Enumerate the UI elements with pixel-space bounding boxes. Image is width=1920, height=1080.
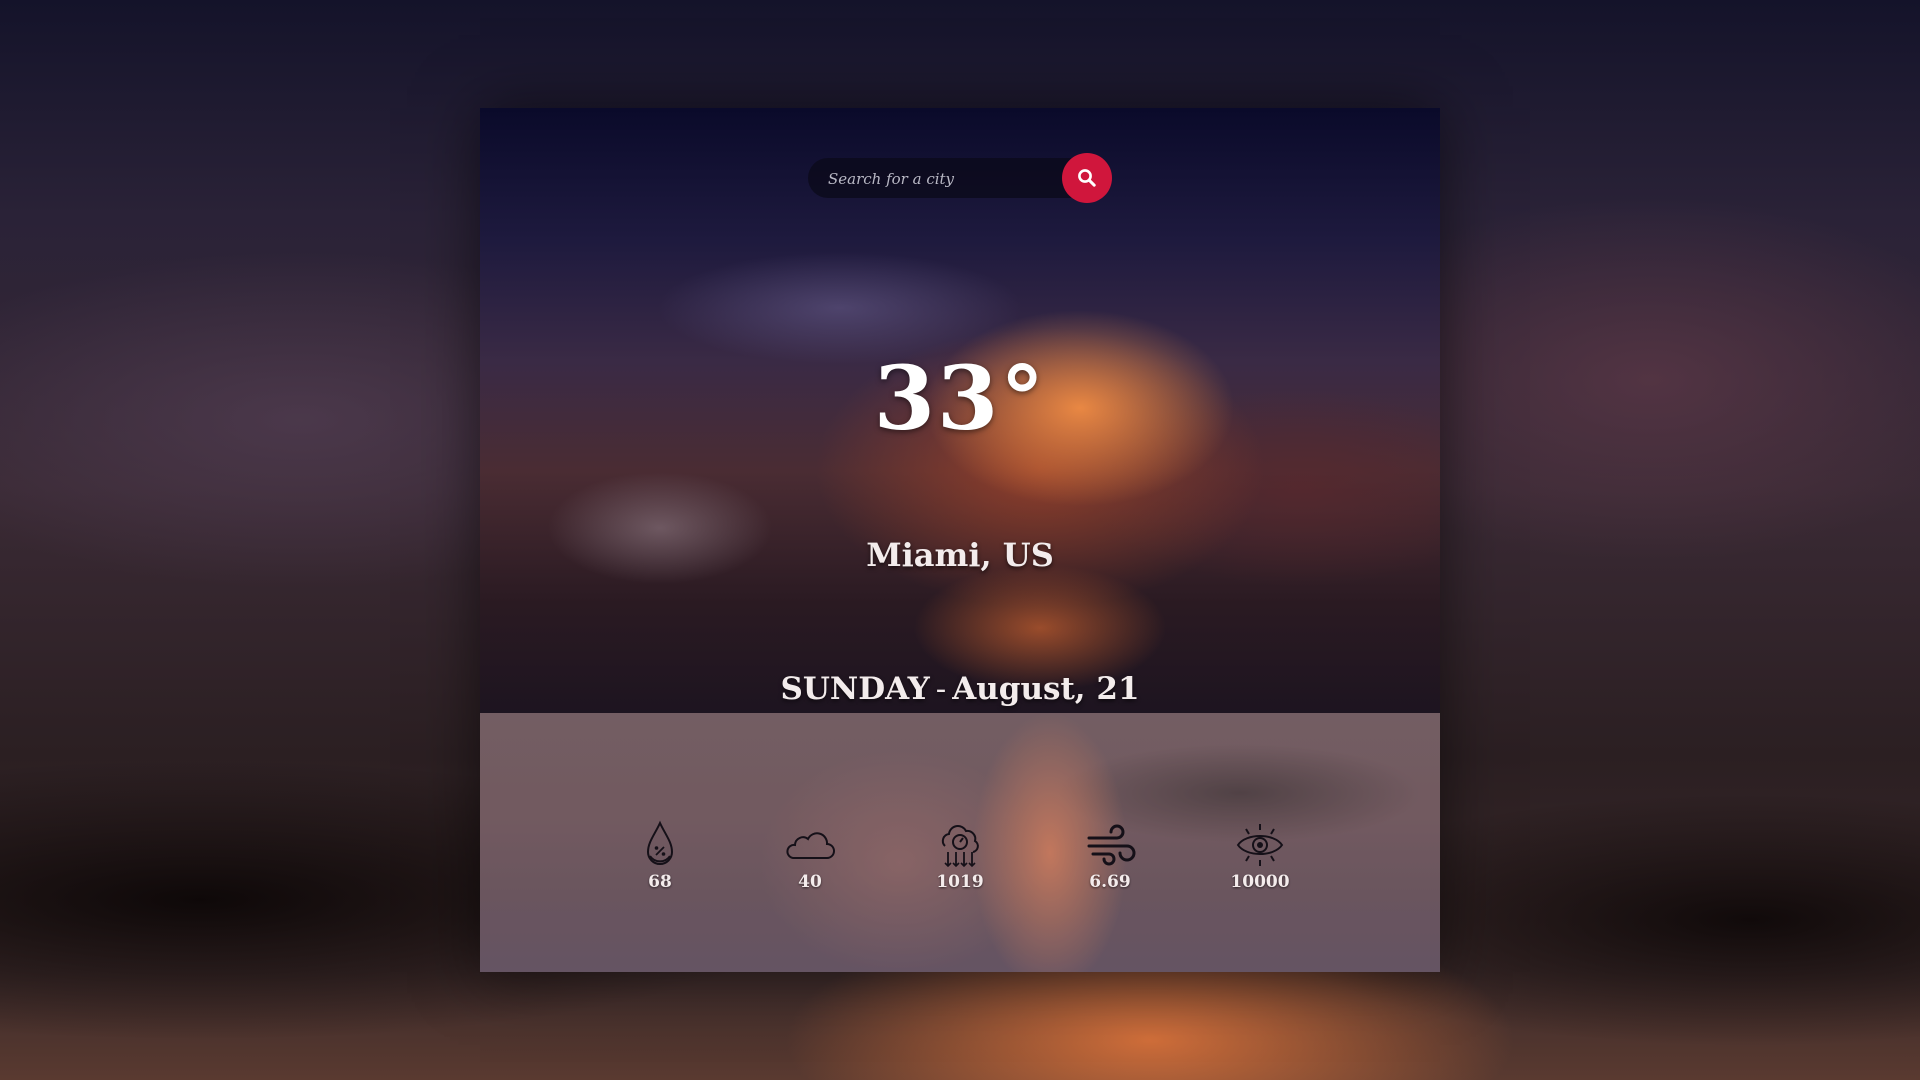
humidity-icon xyxy=(646,820,674,865)
search-input[interactable] xyxy=(826,158,1060,200)
day-of-week: SUNDAY xyxy=(780,671,930,707)
stat-value: 10000 xyxy=(1230,872,1290,892)
visibility-icon xyxy=(1236,824,1284,866)
cloud-icon xyxy=(786,832,835,859)
stat-humidity: 68 xyxy=(605,818,715,892)
date-line: SUNDAY - August, 21 xyxy=(480,671,1440,707)
stat-value: 68 xyxy=(648,872,672,892)
pressure-icon xyxy=(941,825,979,868)
stat-value: 6.69 xyxy=(1089,872,1131,892)
search-button[interactable] xyxy=(1062,153,1112,203)
weather-stats: 68 40 1019 6.69 10000 xyxy=(480,818,1440,908)
stat-wind: 6.69 xyxy=(1055,818,1165,892)
weather-card: 33° Miami, US SUNDAY-August, 21 68 40 xyxy=(480,108,1440,972)
stat-pressure: 1019 xyxy=(905,818,1015,892)
date-separator: - xyxy=(935,671,947,707)
search-icon xyxy=(1078,169,1096,187)
date-value: August, 21 xyxy=(952,671,1140,707)
stat-value: 1019 xyxy=(936,872,984,892)
stat-cloudiness: 40 xyxy=(755,818,865,892)
temperature: 33° xyxy=(873,346,1047,450)
stat-visibility: 10000 xyxy=(1205,818,1315,892)
location-name: Miami, US xyxy=(866,536,1054,574)
wind-icon xyxy=(1087,824,1136,866)
stat-value: 40 xyxy=(798,872,822,892)
search-bar xyxy=(808,158,1091,200)
